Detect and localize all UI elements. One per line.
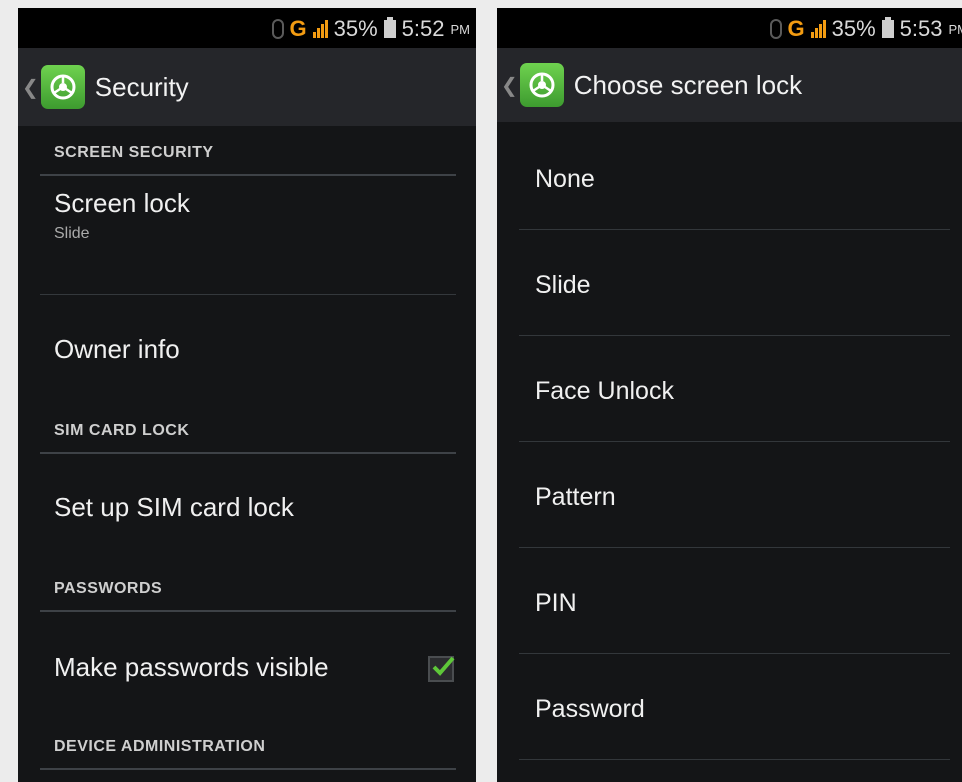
divider <box>519 335 950 336</box>
bluetooth-icon <box>769 19 782 39</box>
make-passwords-visible-title: Make passwords visible <box>54 652 329 682</box>
screen-lock-title: Screen lock <box>54 188 190 218</box>
signal-icon <box>810 20 826 38</box>
divider <box>519 441 950 442</box>
owner-info-item[interactable]: Owner info <box>40 334 456 384</box>
clock: 5:52 <box>401 16 445 41</box>
sim-card-lock-item[interactable]: Set up SIM card lock <box>40 492 456 542</box>
settings-list: SCREEN SECURITY Screen lock Slide Owner … <box>18 126 476 782</box>
lock-options-list: None Slide Face Unlock Pattern PIN Passw… <box>497 122 962 782</box>
divider <box>40 294 456 295</box>
lock-option-none[interactable]: None <box>519 126 962 232</box>
page-title: Security <box>94 71 189 102</box>
back-caret-icon[interactable]: ❮ <box>22 75 39 100</box>
sim-card-lock-title: Set up SIM card lock <box>54 492 294 522</box>
section-header-sim-card-lock: SIM CARD LOCK <box>40 404 456 454</box>
network-type-icon: G <box>289 16 307 41</box>
action-bar: ❮ Security <box>18 48 476 126</box>
screen-lock-item[interactable]: Screen lock Slide <box>40 188 456 288</box>
lock-option-face-unlock[interactable]: Face Unlock <box>519 338 962 444</box>
settings-app-icon[interactable] <box>519 63 564 107</box>
battery-icon <box>881 17 894 38</box>
status-bar: G 35% 5:52 PM <box>18 8 476 48</box>
security-screen: G 35% 5:52 PM ❮ Security SCREEN SECURITY … <box>18 8 476 782</box>
action-bar: ❮ Choose screen lock <box>497 48 962 122</box>
screen-lock-summary: Slide <box>54 225 90 242</box>
owner-info-title: Owner info <box>54 334 180 364</box>
battery-icon <box>383 17 396 38</box>
section-header-passwords: PASSWORDS <box>40 562 456 612</box>
clock-ampm: PM <box>948 21 962 37</box>
network-type-icon: G <box>787 16 805 41</box>
make-passwords-visible-checkbox[interactable] <box>428 656 455 682</box>
divider <box>519 547 950 548</box>
battery-percent: 35% <box>831 16 876 41</box>
divider <box>519 653 950 654</box>
clock: 5:53 <box>899 16 943 41</box>
clock-ampm: PM <box>450 21 471 37</box>
choose-screen-lock-screen: G 35% 5:53 PM ❮ Choose screen lock None S… <box>497 8 962 782</box>
divider <box>519 229 950 230</box>
lock-option-pin[interactable]: PIN <box>519 550 962 656</box>
back-caret-icon[interactable]: ❮ <box>501 73 518 98</box>
lock-option-password[interactable]: Password <box>519 656 962 762</box>
settings-app-icon[interactable] <box>40 65 85 109</box>
lock-option-pattern[interactable]: Pattern <box>519 444 962 550</box>
make-passwords-visible-item[interactable]: Make passwords visible <box>40 652 456 702</box>
page-title: Choose screen lock <box>573 69 803 100</box>
status-bar: G 35% 5:53 PM <box>497 8 962 48</box>
checkmark-icon <box>432 656 455 676</box>
signal-icon <box>312 20 328 38</box>
divider <box>519 759 950 760</box>
section-header-screen-security: SCREEN SECURITY <box>40 126 456 176</box>
bluetooth-icon <box>271 19 284 39</box>
battery-percent: 35% <box>333 16 378 41</box>
lock-option-slide[interactable]: Slide <box>519 232 962 338</box>
section-header-device-administration: DEVICE ADMINISTRATION <box>40 720 456 770</box>
